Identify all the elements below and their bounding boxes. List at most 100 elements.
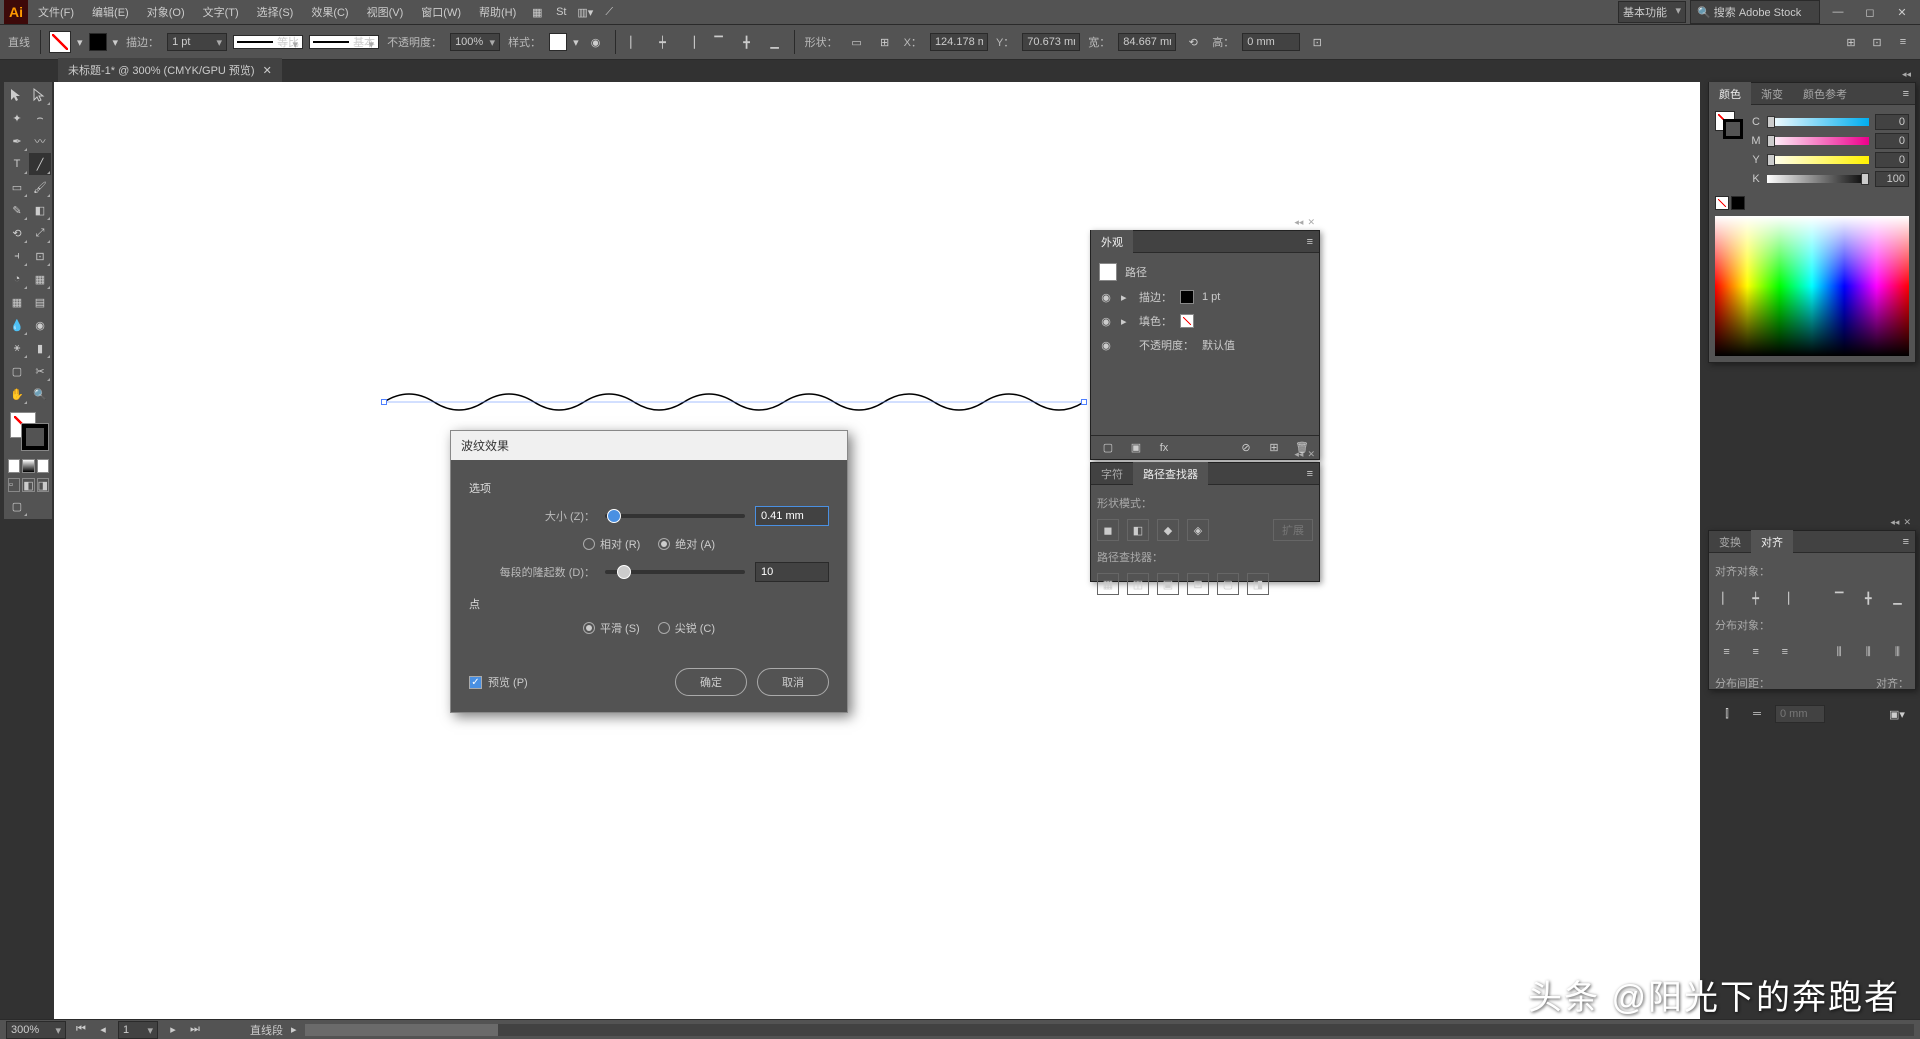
expand-button[interactable]: 扩展 xyxy=(1273,519,1313,541)
exclude-button[interactable]: ◈ xyxy=(1187,519,1209,541)
menu-window[interactable]: 窗口(W) xyxy=(413,1,469,23)
absolute-radio[interactable]: 绝对 (A) xyxy=(658,536,715,552)
w-input[interactable] xyxy=(1118,33,1176,51)
cancel-button[interactable]: 取消 xyxy=(757,668,829,696)
ok-button[interactable]: 确定 xyxy=(675,668,747,696)
panel-menu-icon[interactable]: ≡ xyxy=(1892,31,1914,53)
draw-inside[interactable]: ◨ xyxy=(37,478,49,492)
h-input[interactable] xyxy=(1242,33,1300,51)
stroke-swatch[interactable] xyxy=(89,33,107,51)
y-value[interactable]: 0 xyxy=(1875,152,1909,168)
gradient-tool[interactable]: ▤ xyxy=(29,291,51,313)
visibility-toggle-fill[interactable]: ◉ xyxy=(1099,315,1113,328)
style-dd-icon[interactable]: ▾ xyxy=(573,36,579,49)
shape-builder-tool[interactable]: ◔ xyxy=(6,268,28,290)
expand-fill[interactable]: ▸ xyxy=(1121,315,1131,328)
stock-icon[interactable]: St xyxy=(550,1,572,23)
appearance-tab[interactable]: 外观 xyxy=(1091,230,1133,254)
isolate-icon[interactable]: ⊡ xyxy=(1306,31,1328,53)
k-slider[interactable] xyxy=(1767,175,1869,183)
add-fill-icon[interactable]: ▣ xyxy=(1125,437,1147,459)
workspace-dropdown[interactable]: 基本功能 xyxy=(1618,1,1686,23)
spacing-input[interactable] xyxy=(1775,705,1825,723)
document-tab[interactable]: 未标题-1* @ 300% (CMYK/GPU 预览) ✕ xyxy=(58,58,282,82)
character-tab[interactable]: 字符 xyxy=(1091,462,1133,486)
menu-edit[interactable]: 编辑(E) xyxy=(84,1,137,23)
status-dd-icon[interactable]: ▸ xyxy=(291,1023,297,1036)
type-tool[interactable]: T xyxy=(6,153,28,175)
prev-artboard-icon[interactable]: ◂ xyxy=(96,1023,110,1037)
align-right-icon[interactable]: ▕ xyxy=(680,31,702,53)
direct-selection-tool[interactable] xyxy=(29,84,51,106)
halign-right[interactable]: ▕ xyxy=(1773,587,1796,609)
free-transform-tool[interactable]: ⊡ xyxy=(29,245,51,267)
prefs-icon[interactable]: ⊞ xyxy=(1840,31,1862,53)
opacity-attr-value[interactable]: 默认值 xyxy=(1202,337,1235,353)
align-top-icon[interactable]: ▔ xyxy=(708,31,730,53)
artboard-number[interactable]: 1 xyxy=(118,1021,158,1039)
fill-dd-icon[interactable]: ▾ xyxy=(77,36,83,49)
fill-swatch[interactable] xyxy=(49,31,71,53)
artboard-tool[interactable]: ▢ xyxy=(6,360,28,382)
halign-center[interactable]: ┿ xyxy=(1744,587,1767,609)
vdist-top[interactable]: ≡ xyxy=(1715,641,1738,663)
close-window-button[interactable]: ✕ xyxy=(1888,2,1916,22)
mesh-tool[interactable]: ▦ xyxy=(6,291,28,313)
vdist-space[interactable]: ⫿ xyxy=(1715,703,1739,725)
layout-icon[interactable]: ▥▾ xyxy=(574,1,596,23)
last-artboard-icon[interactable]: ⏭ xyxy=(188,1023,202,1037)
hdist-right[interactable]: ⫼ xyxy=(1886,641,1909,663)
slice-tool[interactable]: ✂ xyxy=(29,360,51,382)
pen-tool[interactable]: ✒ xyxy=(6,130,28,152)
intersect-button[interactable]: ◆ xyxy=(1157,519,1179,541)
color-panel-menu[interactable]: ≡ xyxy=(1897,88,1915,100)
valign-top[interactable]: ▔ xyxy=(1828,587,1851,609)
merge-button[interactable]: ▣ xyxy=(1157,573,1179,595)
horizontal-scrollbar[interactable] xyxy=(305,1024,1914,1036)
y-slider[interactable] xyxy=(1767,156,1869,164)
smooth-radio[interactable]: 平滑 (S) xyxy=(583,620,640,636)
visibility-toggle-stroke[interactable]: ◉ xyxy=(1099,291,1113,304)
collapse-icon[interactable]: ◂◂ xyxy=(1294,449,1303,460)
collapse-icon[interactable]: ◂◂ xyxy=(1294,217,1303,228)
canvas-area[interactable] xyxy=(54,82,1700,1019)
c-value[interactable]: 0 xyxy=(1875,114,1909,130)
minus-back-button[interactable]: ◨ xyxy=(1247,573,1269,595)
color-mode-gradient[interactable] xyxy=(22,459,34,473)
perspective-grid-tool[interactable]: ▦ xyxy=(29,268,51,290)
visibility-toggle-opacity[interactable]: ◉ xyxy=(1099,339,1113,352)
color-mode-none[interactable] xyxy=(37,459,49,473)
expand-stroke[interactable]: ▸ xyxy=(1121,291,1131,304)
panel-close-icon[interactable]: ✕ xyxy=(1903,517,1911,528)
draw-normal[interactable]: ▫ xyxy=(8,478,20,492)
maximize-button[interactable]: ◻ xyxy=(1856,2,1884,22)
menu-effect[interactable]: 效果(C) xyxy=(303,1,356,23)
duplicate-item-icon[interactable]: ⊞ xyxy=(1263,437,1285,459)
align-hcenter-icon[interactable]: ┿ xyxy=(652,31,674,53)
paintbrush-tool[interactable]: 🖌 xyxy=(29,176,51,198)
align-bottom-icon[interactable]: ▁ xyxy=(764,31,786,53)
collapse-icon[interactable]: ◂◂ xyxy=(1890,517,1899,528)
minus-front-button[interactable]: ◧ xyxy=(1127,519,1149,541)
align-tab[interactable]: 对齐 xyxy=(1751,530,1793,554)
appearance-panel-menu[interactable]: ≡ xyxy=(1301,236,1319,248)
valign-bottom[interactable]: ▁ xyxy=(1886,587,1909,609)
add-effect-icon[interactable]: fx xyxy=(1153,437,1175,459)
c-slider[interactable] xyxy=(1767,118,1869,126)
blend-tool[interactable]: ◉ xyxy=(29,314,51,336)
ridges-input[interactable] xyxy=(755,562,829,582)
unite-button[interactable]: ◼ xyxy=(1097,519,1119,541)
shaper-tool[interactable]: ✎ xyxy=(6,199,28,221)
halign-left[interactable]: ▏ xyxy=(1715,587,1738,609)
valign-center[interactable]: ╋ xyxy=(1857,587,1880,609)
selection-handle-right[interactable] xyxy=(1081,399,1087,405)
hdist-left[interactable]: ⫼ xyxy=(1828,641,1851,663)
align-panel-menu[interactable]: ≡ xyxy=(1897,536,1915,548)
gpu-icon[interactable]: ⟋ xyxy=(598,1,620,23)
none-swatch[interactable] xyxy=(1715,196,1729,210)
next-artboard-icon[interactable]: ▸ xyxy=(166,1023,180,1037)
stroke-profile-uniform[interactable]: 等比 xyxy=(233,35,303,49)
shape-props-icon[interactable]: ▭ xyxy=(846,31,868,53)
size-slider[interactable] xyxy=(605,514,745,518)
search-stock-input[interactable]: 🔍 搜索 Adobe Stock xyxy=(1690,0,1820,24)
